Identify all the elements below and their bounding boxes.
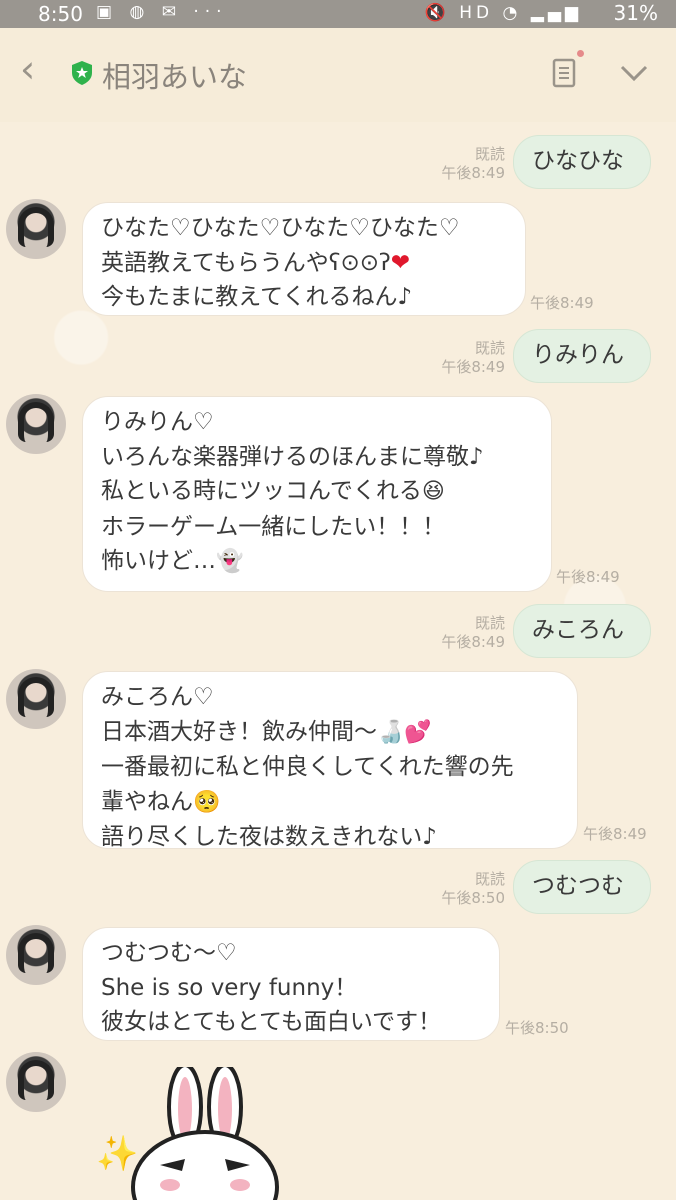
avatar[interactable] — [6, 199, 66, 259]
message-text: みころん — [532, 617, 624, 643]
message-bubble-received[interactable]: ひなた♡ひなた♡ひなた♡ひなた♡ 英語教えてもらうんやʕ⊙⊙ʔ❤ 今もたまに教え… — [82, 202, 526, 316]
message-bubble-sent[interactable]: ひなひな — [513, 135, 651, 189]
avatar[interactable] — [6, 669, 66, 729]
chat-header: ‹ 相羽あいな — [0, 28, 676, 122]
read-status: 既読 午後8:49 — [441, 614, 505, 651]
message-text: いろんな楽器弾けるのほんまに尊敬♪ — [101, 443, 484, 470]
message-text: 輩やねん — [101, 788, 193, 815]
status-bar: 8:50 ▣ ◍ ✉ ··· 🔇 HD ◔ ▂▄▆ 31% — [0, 0, 676, 28]
avatar[interactable] — [6, 925, 66, 985]
message-text: りみりん — [532, 342, 624, 368]
message-bubble-received[interactable]: つむつむ〜♡ She is so very funny！ 彼女はとてもとても面白… — [82, 927, 500, 1041]
chevron-down-icon[interactable] — [620, 64, 648, 82]
status-time: 8:50 — [38, 2, 83, 26]
chat-title: 相羽あいな — [102, 60, 248, 94]
message-bubble-received[interactable]: りみりん♡ いろんな楽器弾けるのほんまに尊敬♪ 私といる時にツッコんでくれる😆 … — [82, 396, 552, 592]
avatar[interactable] — [6, 1052, 66, 1112]
grin-emoji-icon: 😆 — [421, 479, 445, 504]
official-shield-icon — [72, 61, 92, 85]
message-bubble-sent[interactable]: つむつむ — [513, 860, 651, 914]
message-text: 彼女はとてもとても面白いです！ — [101, 1009, 442, 1035]
notification-icons: ▣ ◍ ✉ ··· — [96, 2, 228, 22]
avatar[interactable] — [6, 394, 66, 454]
read-status: 既読 午後8:49 — [441, 339, 505, 376]
face-emoji-icon: ʕ⊙⊙ʔ — [328, 249, 391, 276]
message-text: 今もたまに教えてくれるねん♪ — [101, 284, 413, 310]
message-text: つむつむ — [532, 873, 624, 899]
read-status: 既読 午後8:50 — [441, 870, 505, 907]
message-text: 日本酒大好き！飲み仲間〜 — [101, 718, 377, 745]
battery-level: 31% — [613, 1, 658, 25]
message-text: ホラーゲーム一緒にしたい！！！ — [101, 513, 446, 540]
message-text: 語り尽くした夜は数えきれない♪ — [101, 824, 437, 850]
message-text: つむつむ〜♡ — [101, 940, 237, 966]
message-text: 私といる時にツッコんでくれる — [101, 478, 422, 504]
read-status: 既読 午後8:49 — [441, 145, 505, 182]
back-icon[interactable]: ‹ — [20, 50, 35, 88]
heart-icon: ❤ — [390, 249, 410, 276]
notes-badge — [577, 50, 584, 57]
signal-icons: 🔇 HD ◔ ▂▄▆ — [424, 3, 582, 23]
sparkle-icon: ✨ — [96, 1134, 139, 1174]
message-text: 英語教えてもらうんや — [101, 249, 329, 276]
message-bubble-sent[interactable]: みころん — [513, 604, 651, 658]
message-text: 一番最初に私と仲良くしてくれた響の先 — [101, 754, 514, 780]
sake-emoji-icon: 🍶 — [377, 719, 405, 745]
message-time: 午後8:50 — [505, 1019, 569, 1037]
message-text: ひなた♡ひなた♡ひなた♡ひなた♡ — [101, 215, 460, 241]
message-text: りみりん♡ — [101, 409, 214, 435]
message-text: みころん♡ — [101, 684, 214, 710]
notes-icon[interactable] — [552, 58, 576, 88]
message-list[interactable]: 既読 午後8:49 ひなひな ひなた♡ひなた♡ひなた♡ひなた♡ 英語教えてもらうん… — [0, 122, 676, 1200]
ghost-emoji-icon: 👻 — [216, 549, 244, 574]
pleading-emoji-icon: 🥺 — [193, 789, 221, 815]
message-bubble-received[interactable]: みころん♡ 日本酒大好き！飲み仲間〜🍶💕 一番最初に私と仲良くしてくれた響の先 … — [82, 671, 578, 850]
message-text: ひなひな — [532, 148, 624, 174]
message-bubble-sent[interactable]: りみりん — [513, 329, 651, 383]
hearts-emoji-icon: 💕 — [404, 719, 432, 745]
message-text: She is so very funny！ — [101, 974, 358, 1001]
message-time: 午後8:49 — [530, 294, 594, 312]
message-time: 午後8:49 — [583, 825, 647, 843]
message-text: 怖いけど… — [101, 548, 216, 574]
message-time: 午後8:49 — [556, 568, 620, 586]
